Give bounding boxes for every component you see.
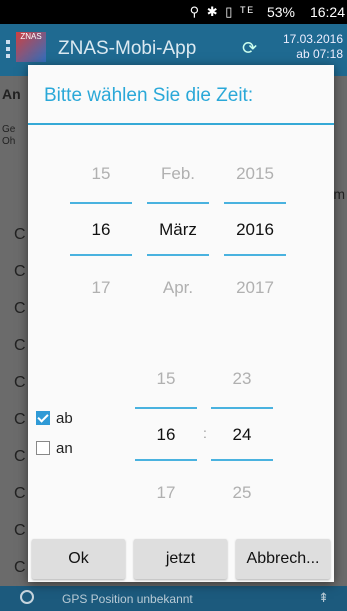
app-title: ZNAS-Mobi-App [58, 38, 197, 59]
time-separator: : [203, 425, 207, 441]
hour-next[interactable]: 17 [135, 483, 197, 503]
background-label: m [333, 186, 345, 202]
minute-picker[interactable]: 23 24 25 [211, 365, 273, 505]
minute-divider-top [211, 407, 273, 409]
gps-status: GPS Position unbekannt [62, 592, 193, 606]
hour-divider-bottom [135, 459, 197, 461]
list-item: C [14, 485, 26, 502]
minute-next[interactable]: 25 [211, 483, 273, 503]
minute-selected[interactable]: 24 [211, 425, 273, 445]
app-logo: ZNAS [16, 32, 46, 62]
hour-selected[interactable]: 16 [135, 425, 197, 445]
month-selected[interactable]: März [147, 220, 209, 240]
ab-label: ab [56, 410, 73, 427]
day-prev[interactable]: 15 [70, 164, 132, 184]
ab-checkbox[interactable] [36, 411, 50, 425]
cancel-button[interactable]: Abbrech... [236, 539, 330, 579]
list-item: C [14, 522, 26, 539]
an-label: an [56, 440, 73, 457]
option-ab[interactable]: ab [36, 410, 73, 427]
month-divider-bottom [147, 254, 209, 256]
year-divider-bottom [224, 254, 286, 256]
time-picker-dialog: Bitte wählen Sie die Zeit: 15 16 17 Feb.… [28, 65, 334, 582]
month-prev[interactable]: Feb. [147, 164, 209, 184]
time-from: ab 07:18 [296, 47, 343, 61]
dialog-title: Bitte wählen Sie die Zeit: [44, 85, 254, 106]
gps-icon[interactable] [20, 590, 34, 604]
expand-up-icon[interactable]: ⇞ [318, 590, 329, 606]
year-picker[interactable]: 2015 2016 2017 [224, 160, 286, 300]
dialog-buttons: Ok jetzt Abbrech... [28, 539, 334, 582]
list-item: C [14, 448, 26, 465]
day-next[interactable]: 17 [70, 278, 132, 298]
minute-divider-bottom [211, 459, 273, 461]
hour-divider-top [135, 407, 197, 409]
day-picker[interactable]: 15 16 17 [70, 160, 132, 300]
list-item: C [14, 337, 26, 354]
year-divider-top [224, 202, 286, 204]
background-label: Oh [2, 136, 16, 147]
month-next[interactable]: Apr. [147, 278, 209, 298]
year-prev[interactable]: 2015 [224, 164, 286, 184]
list-item: C [14, 226, 26, 243]
dialog-header: Bitte wählen Sie die Zeit: [28, 65, 334, 125]
battery-level: 53% [266, 4, 295, 20]
list-item: C [14, 559, 26, 576]
list-item: C [14, 411, 26, 428]
menu-icon[interactable] [6, 40, 10, 61]
background-label: Ge [2, 124, 16, 135]
ok-button[interactable]: Ok [32, 539, 125, 579]
day-selected[interactable]: 16 [70, 220, 132, 240]
list-item: C [14, 374, 26, 391]
month-picker[interactable]: Feb. März Apr. [147, 160, 209, 300]
bottom-bar: GPS Position unbekannt ⇞ [0, 586, 347, 611]
list-item: C [14, 300, 26, 317]
now-button[interactable]: jetzt [134, 539, 227, 579]
option-an[interactable]: an [36, 440, 73, 457]
refresh-icon[interactable]: ⟳ [242, 38, 257, 59]
day-divider-top [70, 202, 132, 204]
date-display: 17.03.2016 ab 07:18 [283, 32, 343, 62]
status-bar: ⚲ ✱ ▯ ᵀᴱ 53% 16:24 [0, 0, 347, 24]
year-next[interactable]: 2017 [224, 278, 286, 298]
day-divider-bottom [70, 254, 132, 256]
year-selected[interactable]: 2016 [224, 220, 286, 240]
background-label: An [2, 86, 21, 102]
clock: 16:24 [309, 4, 345, 20]
hour-picker[interactable]: 15 16 17 [135, 365, 197, 505]
date-value: 17.03.2016 [282, 32, 343, 46]
minute-prev[interactable]: 23 [211, 369, 273, 389]
hour-prev[interactable]: 15 [135, 369, 197, 389]
month-divider-top [147, 202, 209, 204]
status-icons: ⚲ ✱ ▯ ᵀᴱ [189, 4, 255, 19]
an-checkbox[interactable] [36, 441, 50, 455]
header-divider [28, 123, 334, 125]
list-item: C [14, 263, 26, 280]
